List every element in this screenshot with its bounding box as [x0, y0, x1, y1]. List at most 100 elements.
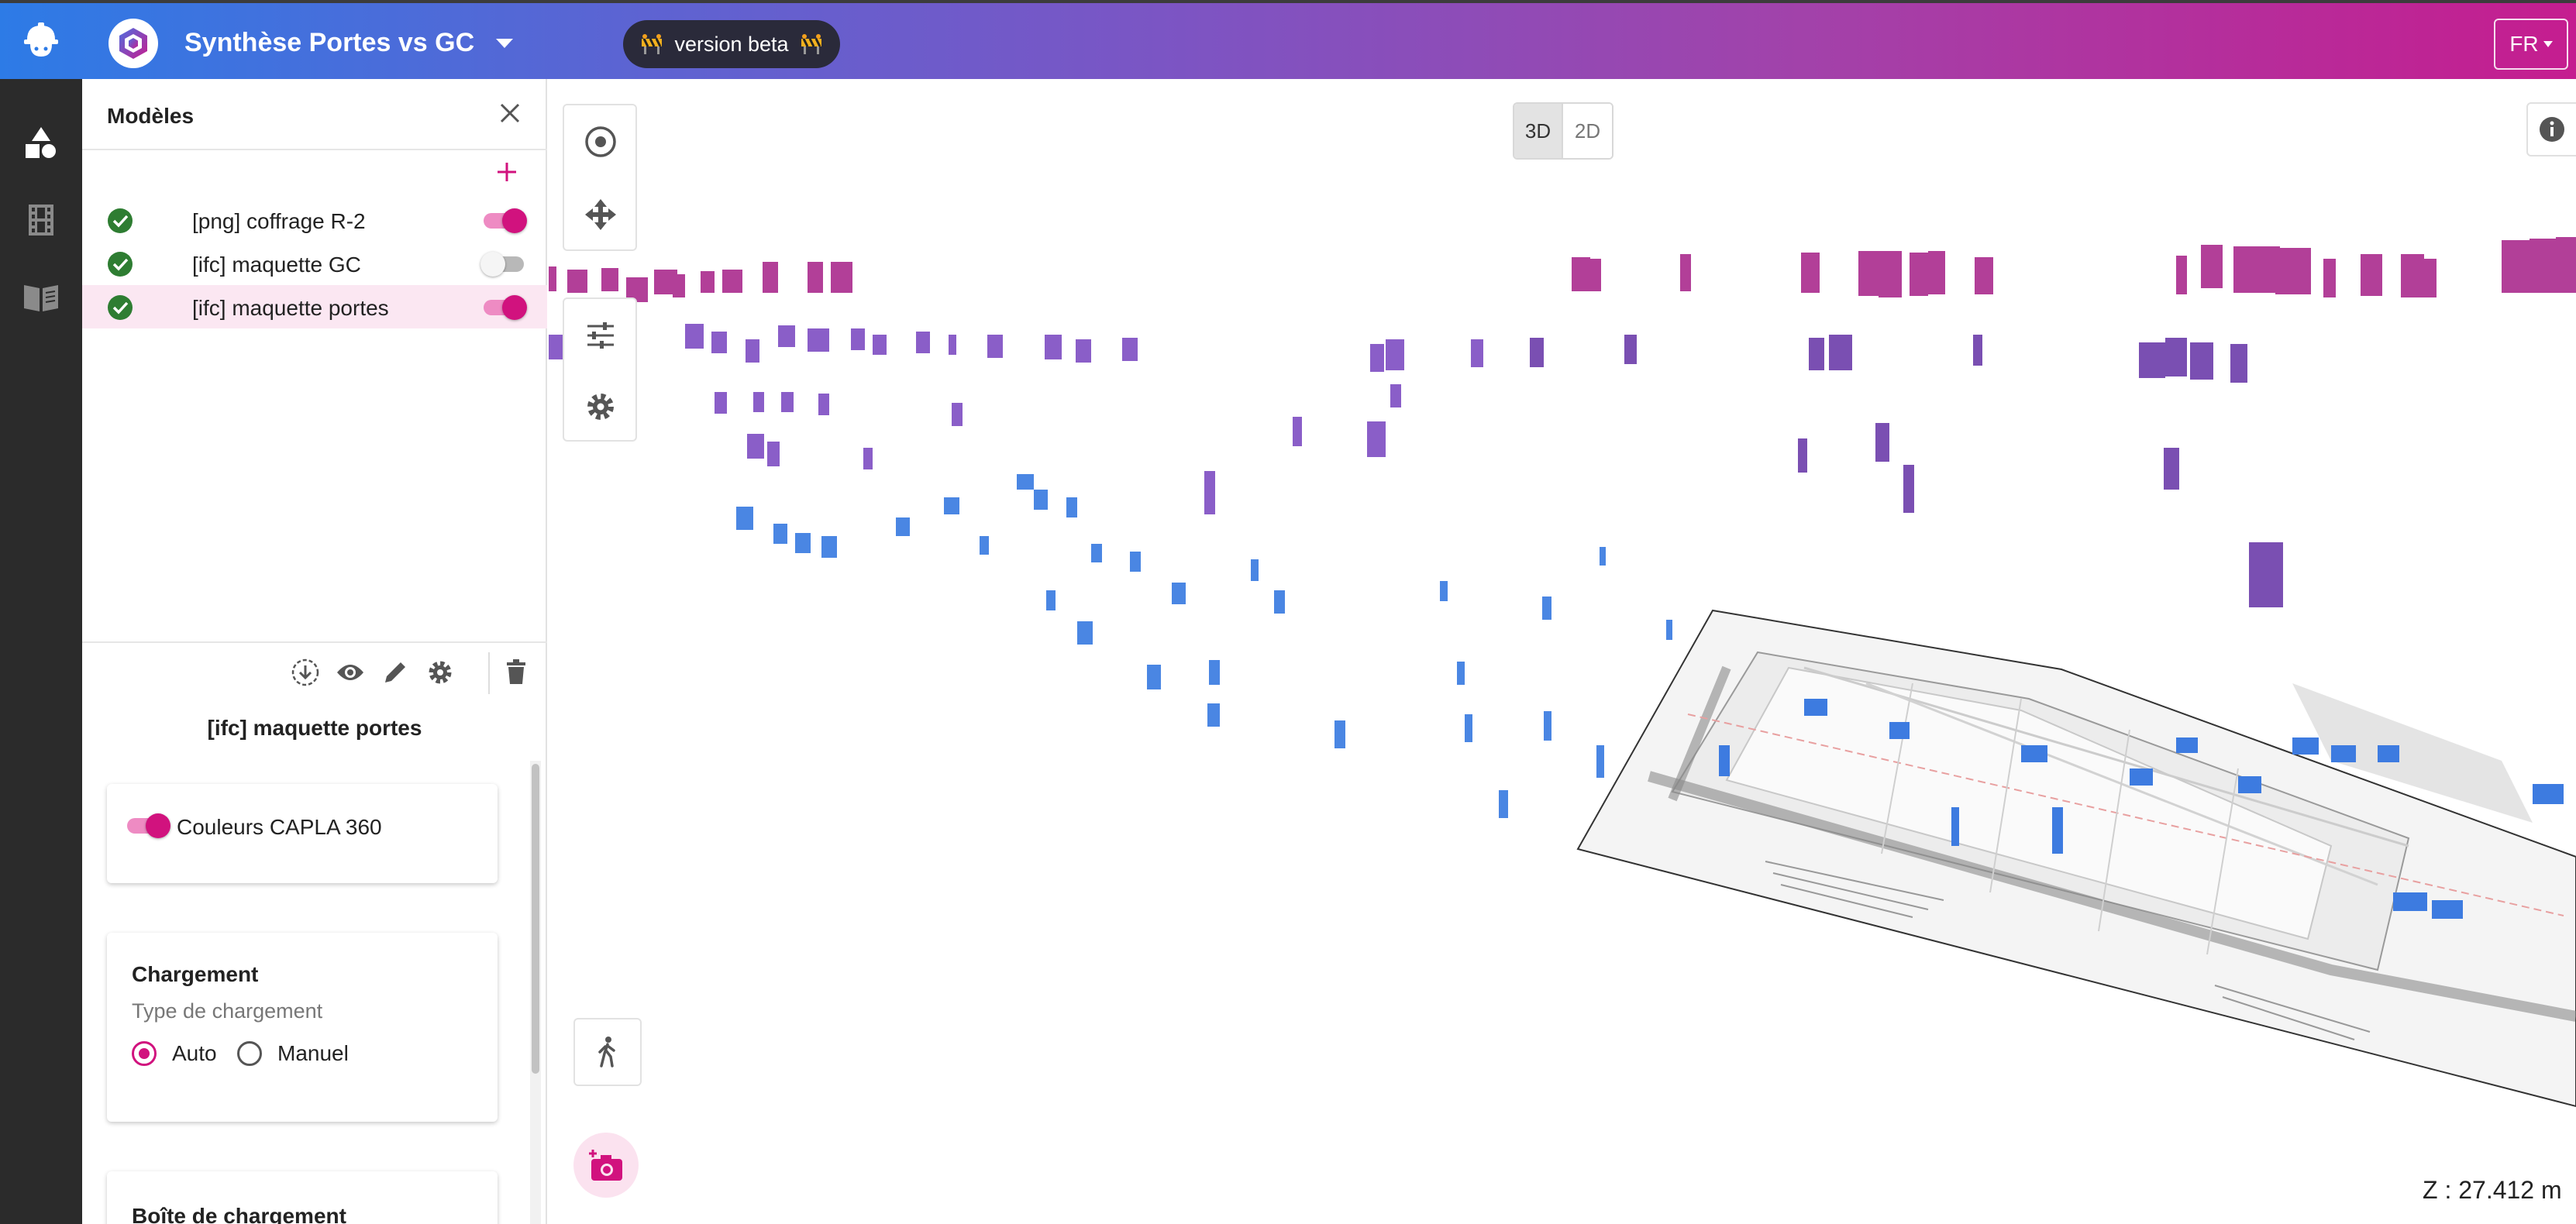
door[interactable] — [2401, 254, 2424, 297]
door[interactable] — [1172, 583, 1186, 604]
door[interactable] — [1465, 714, 1472, 742]
door[interactable] — [2275, 248, 2311, 294]
door[interactable] — [1544, 711, 1551, 741]
download-model-button[interactable] — [288, 655, 322, 689]
door[interactable] — [1889, 722, 1910, 739]
door[interactable] — [2502, 240, 2533, 293]
door[interactable] — [1066, 497, 1077, 517]
door[interactable] — [2139, 342, 2165, 378]
door[interactable] — [896, 517, 910, 536]
project-title[interactable]: Synthèse Portes vs GC — [184, 28, 474, 58]
door[interactable] — [1209, 660, 1220, 685]
rail-item-documents[interactable] — [0, 260, 82, 335]
view-3d-button[interactable]: 3D — [1514, 104, 1564, 158]
door[interactable] — [1975, 257, 1993, 294]
door[interactable] — [1045, 335, 1062, 359]
door[interactable] — [795, 533, 811, 553]
door[interactable] — [987, 335, 1003, 358]
door[interactable] — [1804, 699, 1827, 716]
door[interactable] — [1207, 703, 1220, 727]
door[interactable] — [1829, 335, 1852, 370]
rail-item-models[interactable] — [0, 105, 82, 180]
language-selector[interactable]: FR — [2494, 19, 2568, 70]
view-model-button[interactable] — [333, 655, 367, 689]
door[interactable] — [2424, 259, 2437, 297]
door[interactable] — [952, 403, 963, 426]
door[interactable] — [781, 392, 794, 412]
model-visibility-toggle[interactable] — [480, 294, 527, 320]
door[interactable] — [2165, 338, 2187, 376]
door[interactable] — [2361, 254, 2382, 296]
model-row-selected[interactable]: [ifc] maquette portes — [82, 285, 547, 328]
door[interactable] — [2021, 745, 2047, 762]
door[interactable] — [1499, 790, 1508, 818]
door[interactable] — [773, 524, 787, 544]
door[interactable] — [715, 392, 727, 414]
add-model-button[interactable] — [491, 156, 522, 187]
door[interactable] — [711, 332, 727, 353]
filters-button[interactable] — [564, 299, 637, 372]
door[interactable] — [1293, 417, 1302, 446]
capla-colors-toggle[interactable] — [124, 812, 170, 838]
3d-scene[interactable] — [549, 79, 2576, 1224]
door[interactable] — [2292, 737, 2319, 755]
door[interactable] — [601, 268, 618, 291]
door[interactable] — [1973, 335, 1982, 366]
door[interactable] — [916, 332, 930, 353]
door[interactable] — [1910, 253, 1928, 296]
door[interactable] — [1386, 339, 1404, 370]
model-row[interactable]: [png] coffrage R-2 — [82, 198, 547, 242]
door[interactable] — [685, 324, 704, 349]
model-row[interactable]: [ifc] maquette GC — [82, 242, 547, 285]
door[interactable] — [2249, 542, 2283, 607]
door[interactable] — [808, 262, 823, 293]
orbit-button[interactable] — [564, 105, 637, 178]
door[interactable] — [753, 392, 764, 412]
door[interactable] — [1596, 745, 1604, 778]
rail-item-media[interactable] — [0, 183, 82, 257]
door[interactable] — [980, 536, 989, 555]
door[interactable] — [2230, 344, 2247, 383]
door[interactable] — [2176, 737, 2198, 753]
door[interactable] — [1586, 259, 1601, 291]
model-settings-button[interactable] — [423, 655, 457, 689]
door[interactable] — [1076, 339, 1091, 363]
door[interactable] — [1879, 251, 1902, 297]
door[interactable] — [831, 262, 852, 293]
door[interactable] — [567, 270, 587, 293]
door[interactable] — [673, 274, 685, 297]
door[interactable] — [949, 335, 956, 355]
door[interactable] — [1034, 490, 1048, 510]
door[interactable] — [736, 507, 753, 530]
door[interactable] — [1600, 547, 1606, 566]
door[interactable] — [2233, 246, 2280, 293]
door[interactable] — [767, 442, 780, 466]
door[interactable] — [549, 266, 556, 291]
home-button[interactable] — [0, 3, 82, 79]
door[interactable] — [2130, 768, 2153, 786]
door[interactable] — [2556, 237, 2576, 293]
door[interactable] — [2393, 892, 2427, 911]
door[interactable] — [1858, 251, 1882, 296]
door[interactable] — [944, 497, 959, 514]
door[interactable] — [1122, 338, 1138, 361]
door[interactable] — [2323, 259, 2336, 297]
door[interactable] — [1928, 251, 1945, 294]
door[interactable] — [746, 339, 759, 363]
info-button[interactable] — [2526, 102, 2576, 156]
door[interactable] — [1719, 745, 1730, 776]
door[interactable] — [2201, 245, 2223, 288]
delete-model-button[interactable] — [499, 655, 533, 689]
door[interactable] — [1666, 620, 1672, 640]
door[interactable] — [1147, 665, 1161, 689]
edit-model-button[interactable] — [378, 655, 412, 689]
door[interactable] — [1680, 254, 1691, 291]
door[interactable] — [1809, 338, 1824, 370]
door[interactable] — [1334, 720, 1345, 748]
model-visibility-toggle[interactable] — [480, 250, 527, 277]
radio-manual[interactable]: Manuel — [237, 1041, 349, 1066]
door[interactable] — [2238, 776, 2261, 793]
door[interactable] — [1017, 474, 1034, 490]
model-visibility-toggle[interactable] — [480, 207, 527, 233]
door[interactable] — [2164, 448, 2179, 490]
